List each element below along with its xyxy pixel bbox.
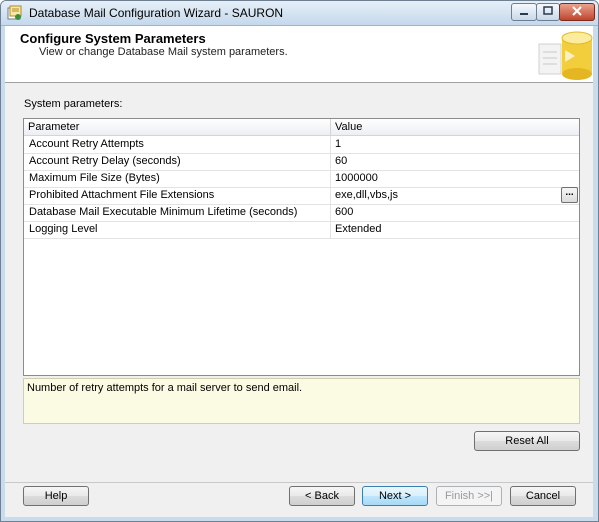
parameter-value[interactable]: 600 [335, 206, 353, 218]
parameter-description-panel: Number of retry attempts for a mail serv… [23, 378, 580, 424]
cell-divider [330, 187, 331, 204]
wizard-client-area: Configure System Parameters View or chan… [5, 26, 593, 517]
page-title: Configure System Parameters [20, 31, 206, 46]
grid-header: Parameter Value [24, 119, 579, 136]
column-header-value[interactable]: Value [335, 121, 362, 133]
minimize-button[interactable] [511, 3, 537, 21]
close-icon [572, 6, 582, 16]
cell-divider [330, 204, 331, 221]
cell-divider [330, 136, 331, 153]
parameter-description: Number of retry attempts for a mail serv… [27, 382, 303, 394]
reset-all-button[interactable]: Reset All [474, 431, 580, 451]
table-row[interactable]: Maximum File Size (Bytes) 1000000 [24, 170, 579, 188]
parameter-value[interactable]: 60 [335, 155, 347, 167]
parameter-name: Prohibited Attachment File Extensions [29, 189, 215, 201]
parameter-name: Logging Level [29, 223, 98, 235]
table-row[interactable]: Prohibited Attachment File Extensions ex… [24, 187, 579, 205]
system-parameters-label: System parameters: [24, 98, 123, 110]
help-button[interactable]: Help [23, 486, 89, 506]
cell-divider [330, 153, 331, 170]
table-row[interactable]: Database Mail Executable Minimum Lifetim… [24, 204, 579, 222]
database-mail-banner-icon [538, 31, 593, 80]
parameter-name: Database Mail Executable Minimum Lifetim… [29, 206, 298, 218]
cancel-button[interactable]: Cancel [510, 486, 576, 506]
parameter-value[interactable]: Extended [335, 223, 381, 235]
edit-extensions-button[interactable]: ... [561, 187, 578, 203]
column-header-parameter[interactable]: Parameter [28, 121, 79, 133]
parameter-value[interactable]: exe,dll,vbs,js [335, 189, 398, 201]
window-title: Database Mail Configuration Wizard - SAU… [29, 6, 284, 20]
minimize-icon [520, 13, 528, 15]
next-button[interactable]: Next > [362, 486, 428, 506]
parameter-name: Maximum File Size (Bytes) [29, 172, 160, 184]
back-button[interactable]: < Back [289, 486, 355, 506]
footer-divider [5, 482, 593, 483]
table-row[interactable]: Logging Level Extended [24, 221, 579, 239]
finish-button[interactable]: Finish >>| [436, 486, 502, 506]
parameter-name: Account Retry Delay (seconds) [29, 155, 181, 167]
database-mail-app-icon [7, 5, 22, 20]
parameter-name: Account Retry Attempts [29, 138, 144, 150]
maximize-button[interactable] [536, 3, 560, 21]
parameter-value[interactable]: 1 [335, 138, 341, 150]
cell-divider [330, 170, 331, 187]
page-subtitle: View or change Database Mail system para… [39, 46, 288, 58]
close-button[interactable] [559, 3, 595, 21]
wizard-window: Database Mail Configuration Wizard - SAU… [0, 0, 599, 522]
title-bar[interactable]: Database Mail Configuration Wizard - SAU… [1, 1, 598, 26]
table-row[interactable]: Account Retry Attempts 1 [24, 136, 579, 154]
column-divider[interactable] [330, 119, 331, 135]
maximize-icon [543, 6, 553, 15]
wizard-header: Configure System Parameters View or chan… [5, 26, 593, 83]
parameter-value[interactable]: 1000000 [335, 172, 378, 184]
system-parameters-grid[interactable]: Parameter Value Account Retry Attempts 1… [23, 118, 580, 376]
table-row[interactable]: Account Retry Delay (seconds) 60 [24, 153, 579, 171]
cell-divider [330, 221, 331, 238]
